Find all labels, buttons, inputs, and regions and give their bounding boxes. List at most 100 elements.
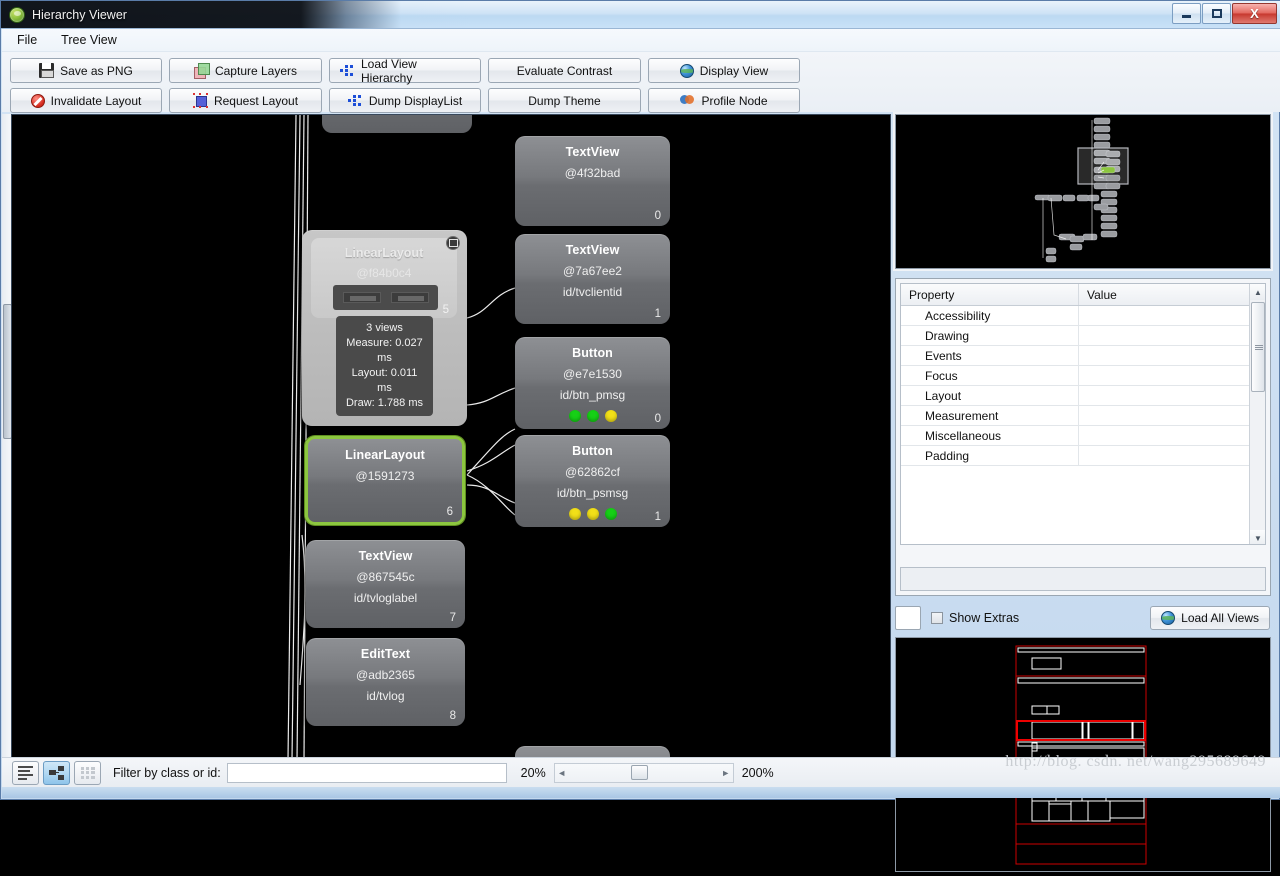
minimize-button[interactable]	[1172, 3, 1201, 24]
evaluate-contrast-button[interactable]: Evaluate Contrast	[488, 58, 641, 83]
node-type-label: Button	[572, 346, 613, 360]
display-view-button[interactable]: Display View	[648, 58, 800, 83]
dump-displaylist-button[interactable]: Dump DisplayList	[329, 88, 481, 113]
property-scroll-thumb[interactable]	[1251, 302, 1265, 392]
property-table-scrollbar[interactable]: ▲ ▼	[1249, 284, 1265, 544]
table-row[interactable]: Measurement	[901, 406, 1265, 426]
tree-node-textview-4f32bad[interactable]: TextView @4f32bad 0	[515, 136, 670, 226]
request-layout-button[interactable]: Request Layout	[169, 88, 322, 113]
zoom-min-label: 20%	[520, 765, 546, 780]
expand-badge-icon[interactable]	[446, 236, 460, 250]
tree-view-mode-button[interactable]	[43, 760, 70, 785]
dump-theme-button[interactable]: Dump Theme	[488, 88, 641, 113]
table-row[interactable]: Padding	[901, 446, 1265, 466]
table-row[interactable]: Accessibility	[901, 306, 1265, 326]
filter-label: Filter by class or id:	[113, 765, 221, 780]
table-row[interactable]: Layout	[901, 386, 1265, 406]
tree-node-edittext-adb2365[interactable]: EditText @adb2365 id/tvlog 8	[306, 638, 465, 726]
node-index-label: 0	[654, 210, 661, 222]
tooltip-draw: Draw: 1.788 ms	[345, 397, 424, 409]
perf-dot-measure	[568, 508, 581, 520]
zoom-increase-arrow-icon[interactable]: ►	[719, 768, 733, 778]
node-resource-id-label: id/tvlog	[366, 689, 405, 703]
node-hash-label: @62862cf	[565, 465, 620, 479]
zoom-slider-thumb[interactable]	[630, 764, 648, 780]
tree-node-button-e7e1530[interactable]: Button @e7e1530 id/btn_pmsg 0	[515, 337, 670, 429]
floppy-disk-icon	[39, 63, 55, 78]
invalidate-layout-button[interactable]: Invalidate Layout	[10, 88, 162, 113]
profile-node-icon	[680, 93, 695, 108]
toolbar: Save as PNG Capture Layers Load View Hie…	[2, 52, 1280, 113]
tree-node-linearlayout-f84b0c4[interactable]: LinearLayout @f84b0c4 5 3 views Measure:…	[302, 230, 467, 426]
table-row[interactable]: Events	[901, 346, 1265, 366]
node-index-label: 1	[654, 308, 661, 320]
property-value-field[interactable]	[900, 567, 1266, 591]
invalidate-layout-label: Invalidate Layout	[50, 93, 142, 108]
list-view-mode-button[interactable]	[12, 760, 39, 785]
property-name: Measurement	[901, 406, 1079, 425]
dump-theme-label: Dump Theme	[528, 93, 601, 108]
zoom-decrease-arrow-icon[interactable]: ◄	[555, 768, 569, 778]
tree-overview-minimap[interactable]	[895, 114, 1271, 269]
hierarchy-icon	[340, 63, 355, 78]
color-swatch-button[interactable]	[895, 606, 921, 630]
table-row[interactable]: Drawing	[901, 326, 1265, 346]
save-as-png-button[interactable]: Save as PNG	[10, 58, 162, 83]
scroll-down-arrow-icon[interactable]: ▼	[1250, 530, 1265, 544]
canvas-vertical-scrollbar[interactable]	[2, 114, 12, 759]
property-name: Focus	[901, 366, 1079, 385]
property-table[interactable]: Property Value Accessibility Drawing Eve…	[900, 283, 1266, 545]
maximize-button[interactable]	[1202, 3, 1231, 24]
perf-dot-measure	[568, 410, 581, 422]
display-view-label: Display View	[699, 63, 769, 78]
zoom-slider-track[interactable]	[569, 763, 719, 783]
tree-node-linearlayout-1591273[interactable]: LinearLayout @1591273 6	[305, 436, 465, 525]
table-row[interactable]: Focus	[901, 366, 1265, 386]
evaluate-contrast-label: Evaluate Contrast	[516, 63, 613, 78]
property-value	[1079, 326, 1265, 345]
extras-row: Show Extras Load All Views	[895, 603, 1271, 633]
scroll-up-arrow-icon[interactable]: ▲	[1250, 284, 1265, 300]
right-panel: Property Value Accessibility Drawing Eve…	[895, 114, 1271, 872]
node-resource-id-label: id/tvloglabel	[353, 591, 418, 605]
node-type-label: Button	[572, 444, 613, 458]
profile-node-button[interactable]: Profile Node	[648, 88, 800, 113]
globe-icon	[1161, 611, 1176, 625]
tree-node[interactable]	[322, 115, 472, 133]
node-index-label: 6	[446, 506, 453, 518]
property-value	[1079, 366, 1265, 385]
close-icon: X	[1250, 6, 1259, 21]
property-value	[1079, 346, 1265, 365]
save-as-png-label: Save as PNG	[60, 63, 133, 78]
menu-item-file[interactable]: File	[14, 31, 40, 49]
tree-node-textview-867545c[interactable]: TextView @867545c id/tvloglabel 7	[306, 540, 465, 628]
tree-node-textview-7a67ee2[interactable]: TextView @7a67ee2 id/tvclientid 1	[515, 234, 670, 324]
zoom-max-label: 200%	[741, 765, 774, 780]
request-layout-icon	[192, 93, 208, 108]
column-header-property: Property	[901, 284, 1079, 305]
watermark-text: http://blog. csdn. net/wang295689649	[1005, 753, 1266, 770]
title-bar: Hierarchy Viewer X	[1, 1, 1280, 29]
close-button[interactable]: X	[1232, 3, 1277, 24]
zoom-slider[interactable]: ◄ ►	[553, 762, 734, 783]
property-name: Accessibility	[901, 306, 1079, 325]
hierarchy-icon	[347, 93, 363, 108]
load-view-hierarchy-button[interactable]: Load View Hierarchy	[329, 56, 481, 85]
node-hash-label: @4f32bad	[564, 166, 621, 180]
load-view-hierarchy-label: Load View Hierarchy	[361, 56, 417, 85]
menu-item-tree-view[interactable]: Tree View	[58, 31, 120, 49]
tree-canvas[interactable]: LinearLayout @f84b0c4 5 3 views Measure:…	[11, 114, 891, 759]
capture-layers-button[interactable]: Capture Layers	[169, 58, 322, 83]
preview-button-2	[390, 292, 429, 303]
filter-input[interactable]	[226, 762, 507, 783]
globe-icon	[679, 63, 694, 78]
property-value	[1079, 426, 1265, 445]
table-row[interactable]: Miscellaneous	[901, 426, 1265, 446]
node-type-label: EditText	[360, 647, 411, 661]
tooltip-layout: Layout: 0.011 ms	[351, 367, 418, 394]
show-extras-checkbox[interactable]	[931, 612, 943, 624]
grid-view-mode-button[interactable]	[74, 760, 101, 785]
load-all-views-button[interactable]: Load All Views	[1150, 606, 1270, 630]
tree-node-button-62862cf[interactable]: Button @62862cf id/btn_psmsg 1	[515, 435, 670, 527]
perf-dot-draw	[604, 508, 617, 520]
